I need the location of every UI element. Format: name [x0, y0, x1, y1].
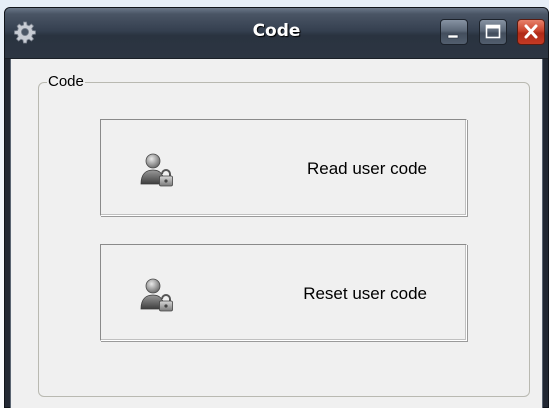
reset-user-code-label: Reset user code [303, 284, 427, 303]
title-bar[interactable]: Code [5, 8, 548, 59]
maximize-button[interactable] [479, 19, 507, 45]
minimize-icon [447, 34, 459, 39]
close-icon [524, 24, 538, 39]
user-lock-icon [137, 275, 177, 315]
maximize-icon [485, 24, 501, 39]
minimize-button[interactable] [440, 19, 468, 45]
close-button[interactable] [517, 19, 545, 45]
dialog-client-area: Code Read user code Reset user code [10, 59, 543, 408]
user-lock-icon [137, 150, 177, 190]
code-groupbox: Code Read user code Reset user code [38, 72, 530, 397]
read-user-code-button[interactable]: Read user code [100, 119, 467, 216]
reset-user-code-button[interactable]: Reset user code [100, 244, 467, 341]
code-dialog-window: Code Code Read user code Reset user code [4, 7, 549, 408]
read-user-code-label: Read user code [306, 159, 427, 178]
groupbox-label: Code [47, 72, 85, 92]
